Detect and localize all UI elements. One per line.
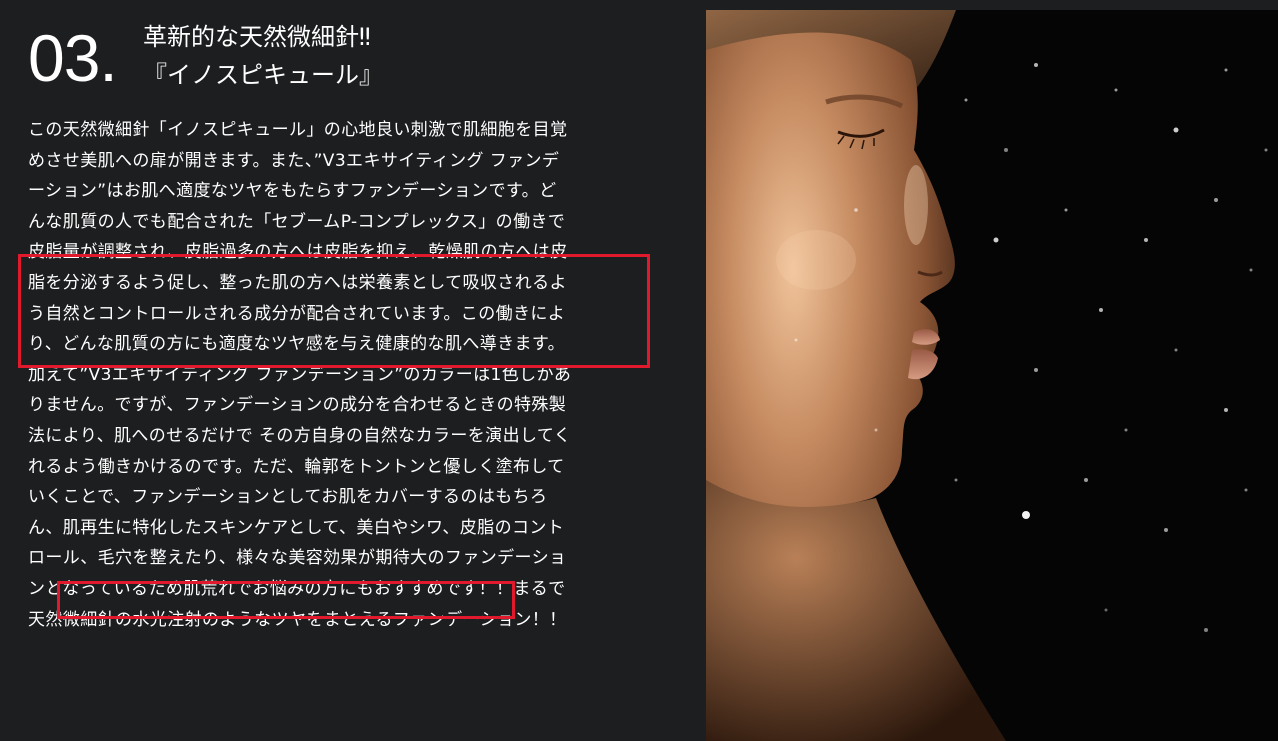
section-heading: 革新的な天然微細針‼ 『イノスピキュール』: [143, 18, 383, 94]
body-line: いくことで、ファンデーションとしてお肌をカバーするのはもちろ: [28, 487, 548, 508]
highlight-box-sebum-control: [18, 254, 650, 368]
section-number: 03.: [28, 21, 118, 95]
body-line: この天然微細針「イノスピキュール」の心地良い刺激で肌細胞を目覚: [28, 120, 568, 140]
body-paragraph: この天然微細針「イノスピキュール」の心地良い刺激で肌細胞を目覚 めさせ美肌への扉…: [28, 115, 653, 635]
body-line: ん、肌再生に特化したスキンケアとして、美白やシワ、皮脂のコント: [28, 517, 565, 538]
body-line: んな肌質の人でも配合された「セブームP-コンプレックス」の働きで: [28, 211, 566, 232]
product-photo: [706, 10, 1278, 741]
woman-profile-illustration: [706, 10, 1278, 741]
body-line: ロール、毛穴を整えたり、様々な美容効果が期待大のファンデーショ: [28, 548, 567, 569]
heading-line-1: 革新的な天然微細針‼: [143, 23, 371, 51]
highlight-box-skin-regeneration: [57, 581, 515, 619]
body-line: めさせ美肌への扉が開きます。また、”V3エキサイティング ファンデ: [28, 150, 560, 171]
article-text-column: 03. 革新的な天然微細針‼ 『イノスピキュール』 この天然微細針「イノスピキュ…: [0, 0, 706, 741]
body-line: りません。ですが、ファンデーションの成分を合わせるときの特殊製: [28, 395, 567, 416]
body-line: 法により、肌へのせるだけで その方自身の自然なカラーを演出してく: [28, 425, 572, 446]
heading-line-2: 『イノスピキュール』: [143, 61, 383, 89]
body-line: ーション”はお肌へ適度なツヤをもたらすファンデーションです。ど: [28, 181, 557, 202]
body-line: れるよう働きかけるのです。ただ、輪郭をトントンと優しく塗布して: [28, 456, 565, 477]
